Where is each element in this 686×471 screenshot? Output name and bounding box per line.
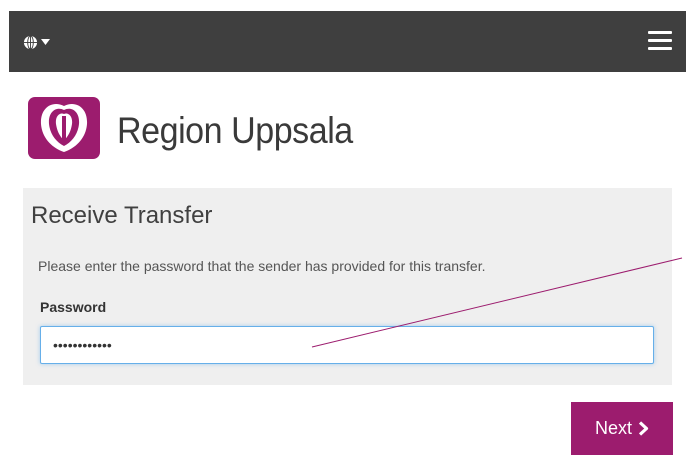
- brand-logo: Region Uppsala: [26, 94, 373, 167]
- region-uppsala-logo: [26, 94, 102, 167]
- password-input[interactable]: [40, 326, 654, 364]
- hamburger-menu-icon[interactable]: [648, 30, 672, 52]
- caret-down-icon: [41, 39, 50, 45]
- receive-transfer-panel: Receive Transfer Please enter the passwo…: [23, 188, 672, 385]
- password-label: Password: [40, 299, 107, 315]
- language-selector[interactable]: [23, 32, 50, 52]
- page-title: Receive Transfer: [31, 202, 213, 229]
- brand-name: Region Uppsala: [117, 109, 353, 151]
- chevron-right-icon: [638, 421, 649, 436]
- instruction-text: Please enter the password that the sende…: [38, 258, 486, 274]
- page: Region Uppsala Receive Transfer Please e…: [0, 0, 686, 471]
- next-button-label: Next: [594, 418, 632, 438]
- globe-icon: [23, 34, 38, 50]
- top-navigation-bar: [9, 11, 686, 72]
- next-button[interactable]: Next: [571, 402, 673, 455]
